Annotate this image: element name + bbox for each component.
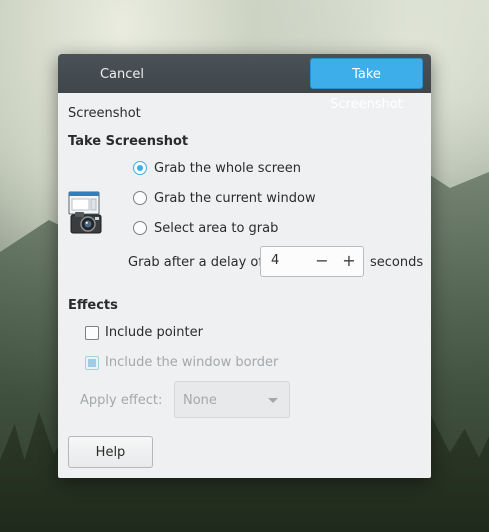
include-pointer-checkbox[interactable] bbox=[85, 325, 99, 340]
effects-title: Effects bbox=[68, 298, 118, 313]
radio-whole-screen[interactable] bbox=[133, 161, 147, 175]
include-border-option: Include the window border bbox=[85, 355, 278, 370]
option-current-window[interactable]: Grab the current window bbox=[133, 188, 316, 208]
option-select-area[interactable]: Select area to grab bbox=[133, 218, 278, 238]
include-border-label: Include the window border bbox=[105, 355, 279, 370]
delay-spinbox[interactable]: 4 − + bbox=[260, 246, 364, 277]
option-label: Grab the whole screen bbox=[154, 160, 302, 176]
section-label: Screenshot bbox=[68, 106, 141, 121]
option-label: Select area to grab bbox=[154, 220, 279, 236]
include-border-checkbox bbox=[85, 355, 99, 370]
radio-current-window[interactable] bbox=[133, 191, 147, 205]
camera-screenshot-icon bbox=[68, 191, 102, 234]
apply-effect-value: None bbox=[183, 393, 217, 408]
decrement-button[interactable]: − bbox=[311, 250, 333, 272]
include-pointer-option[interactable]: Include pointer bbox=[85, 325, 203, 340]
option-whole-screen[interactable]: Grab the whole screen bbox=[133, 158, 301, 178]
screenshot-dialog: Cancel Take Screenshot Screenshot Take S… bbox=[58, 54, 431, 478]
chevron-down-icon bbox=[268, 398, 278, 403]
delay-label: Grab after a delay of bbox=[128, 255, 263, 270]
apply-effect-label: Apply effect: bbox=[80, 393, 163, 408]
radio-select-area[interactable] bbox=[133, 221, 147, 235]
cancel-button[interactable]: Cancel bbox=[88, 60, 156, 88]
help-button[interactable]: Help bbox=[68, 436, 153, 468]
take-screenshot-title: Take Screenshot bbox=[68, 134, 189, 149]
include-pointer-label: Include pointer bbox=[105, 325, 203, 340]
apply-effect-select: None bbox=[174, 381, 290, 418]
delay-value[interactable]: 4 bbox=[271, 253, 279, 268]
option-label: Grab the current window bbox=[154, 190, 316, 206]
seconds-label: seconds bbox=[370, 255, 424, 270]
increment-button[interactable]: + bbox=[338, 250, 360, 272]
header-bar: Cancel Take Screenshot bbox=[58, 54, 431, 112]
take-screenshot-button[interactable]: Take Screenshot bbox=[310, 58, 423, 112]
